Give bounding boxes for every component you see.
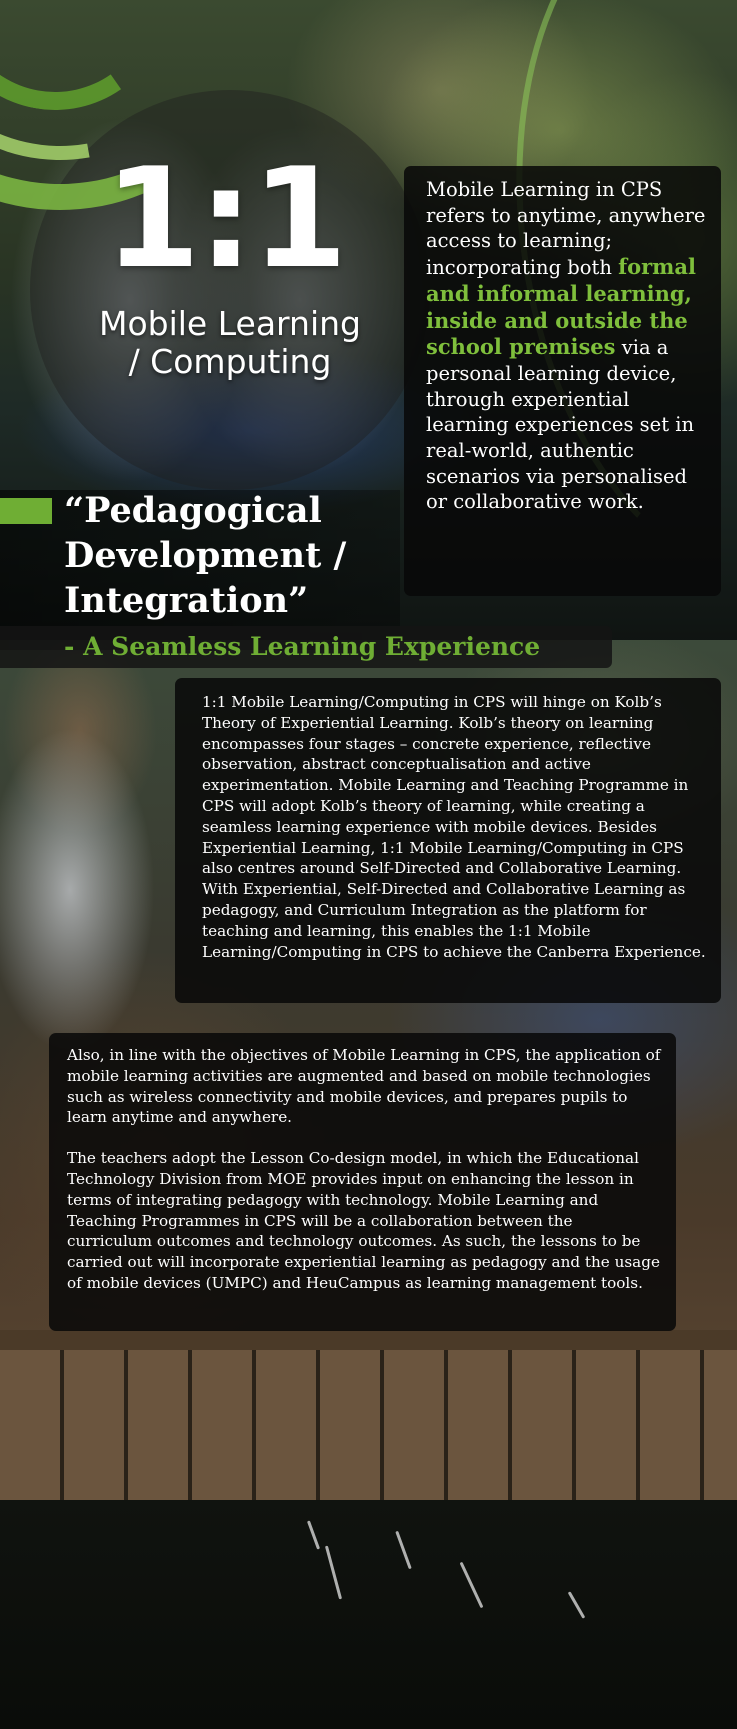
definition-box: Mobile Learning in CPS refers to anytime… (404, 166, 721, 596)
definition-outro: via a personal learning device, through … (426, 336, 695, 514)
section-heading: “Pedagogical Development / Integration” (64, 488, 404, 623)
objectives-box: Also, in line with the objectives of Mob… (49, 1033, 676, 1331)
water-reflection (324, 1545, 343, 1600)
section-heading-line: “Pedagogical (64, 490, 322, 531)
definition-text: Mobile Learning in CPS refers to anytime… (426, 177, 707, 515)
hero-subtitle: Mobile Learning / Computing (0, 305, 460, 381)
kolb-theory-box: 1:1 Mobile Learning/Computing in CPS wil… (175, 678, 721, 1003)
water-reflection (395, 1530, 412, 1570)
water-reflection (567, 1591, 586, 1619)
section-tagline: - A Seamless Learning Experience (64, 632, 541, 661)
section-heading-line: Integration” (64, 580, 309, 621)
section-heading-line: Development / (64, 535, 347, 576)
water-reflection (459, 1561, 484, 1609)
hero-ratio-title: 1:1 (104, 138, 347, 299)
hero-subtitle-line: Mobile Learning (98, 304, 361, 343)
pond-water (0, 1500, 737, 1729)
kolb-theory-text: 1:1 Mobile Learning/Computing in CPS wil… (202, 693, 706, 961)
heading-accent-bar (0, 498, 52, 524)
lesson-codesign-paragraph: The teachers adopt the Lesson Co-design … (67, 1149, 660, 1292)
hero-subtitle-line: / Computing (128, 342, 332, 381)
water-reflection (306, 1520, 321, 1550)
objectives-paragraph: Also, in line with the objectives of Mob… (67, 1046, 661, 1127)
boardwalk-planks (0, 1330, 737, 1510)
